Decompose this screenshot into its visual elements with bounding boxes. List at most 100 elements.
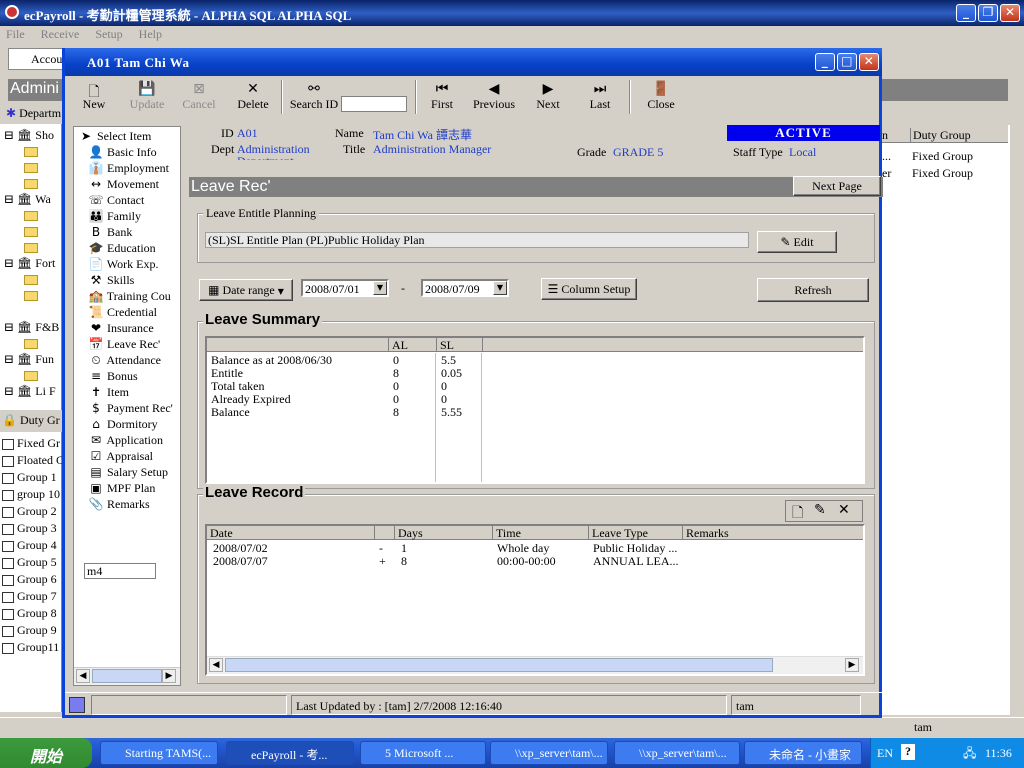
sidebar-item-leave-rec[interactable]: 📅 Leave Rec' [88, 337, 161, 353]
close-icon[interactable]: ✕ [859, 53, 879, 71]
last-button[interactable]: ⏭ Last [583, 81, 617, 112]
task-explorer-1[interactable]: \\xp_server\tam\... [490, 741, 608, 765]
tree-folder[interactable] [24, 176, 38, 192]
menu-help[interactable]: Help [139, 27, 162, 41]
group-item[interactable]: group 10 [2, 487, 60, 503]
group-item[interactable]: Group11 [2, 640, 59, 656]
sidebar-item-attendance[interactable]: ⏲ Attendance [88, 353, 161, 369]
task-word[interactable]: 5 Microsoft ... [360, 741, 486, 765]
lang-indicator[interactable]: EN [877, 746, 893, 761]
refresh-button[interactable]: Refresh [757, 278, 869, 302]
sidebar-item-contact[interactable]: ☏ Contact [88, 193, 144, 209]
tree-item[interactable]: ⊟ 🏛 Fun [4, 352, 54, 368]
task-paint[interactable]: 未命名 - 小畫家 [744, 741, 862, 765]
sidebar-item-family[interactable]: 👪 Family [88, 209, 142, 225]
edit-button[interactable]: ✎ Edit [757, 231, 837, 253]
maximize-icon[interactable]: □ [837, 53, 857, 71]
cancel-button[interactable]: ⊠ Cancel [179, 81, 219, 112]
sidebar-item-bonus[interactable]: ≡ Bonus [88, 369, 138, 385]
group-item[interactable]: Group 9 [2, 623, 57, 639]
tree-folder[interactable] [24, 160, 38, 176]
restore-icon[interactable]: ❐ [978, 4, 998, 22]
group-item[interactable]: Group 5 [2, 555, 57, 571]
task-ecpayroll[interactable]: ecPayroll - 考... [226, 741, 354, 765]
record-scrollbar[interactable]: ◀ ▶ [207, 656, 863, 674]
group-item[interactable]: Group 7 [2, 589, 57, 605]
group-item[interactable]: Fixed Gr [2, 436, 60, 452]
previous-button[interactable]: ◀ Previous [473, 81, 515, 112]
tree-folder[interactable] [24, 144, 38, 160]
sidebar-item-education[interactable]: 🎓 Education [88, 241, 156, 257]
scroll-left-icon[interactable]: ◀ [209, 658, 223, 672]
group-item[interactable]: Group 4 [2, 538, 57, 554]
sidebar-item-remarks[interactable]: 📎 Remarks [88, 497, 150, 513]
menu-receive[interactable]: Receive [41, 27, 80, 41]
menu-file[interactable]: File [6, 27, 25, 41]
delete-record-icon[interactable]: ✕ [838, 502, 850, 518]
minimize-icon[interactable]: _ [815, 53, 835, 71]
sidebar-item-dormitory[interactable]: ⌂ Dormitory [88, 417, 157, 433]
group-item[interactable]: Group 6 [2, 572, 57, 588]
sidebar-item-credential[interactable]: 📜 Credential [88, 305, 157, 321]
tree-folder[interactable] [24, 272, 38, 288]
close-button[interactable]: 🚪 Close [643, 81, 679, 112]
sidebar-item-payment-rec[interactable]: $ Payment Rec' [88, 401, 173, 417]
group-item[interactable]: Group 3 [2, 521, 57, 537]
tree-folder[interactable] [24, 288, 38, 304]
scroll-left-icon[interactable]: ◀ [76, 669, 90, 683]
tree-item[interactable]: ⊟ 🏛 Sho [4, 128, 54, 144]
task-explorer-2[interactable]: \\xp_server\tam\... [614, 741, 740, 765]
update-button[interactable]: 💾 Update [127, 81, 167, 112]
search-id-input[interactable] [341, 96, 407, 112]
column-setup-button[interactable]: ☰ Column Setup [541, 278, 637, 300]
date-from-picker[interactable]: 2008/07/01 ▼ [301, 279, 389, 297]
group-item[interactable]: Group 2 [2, 504, 57, 520]
next-page-button[interactable]: Next Page [793, 176, 881, 196]
group-item[interactable]: Group 8 [2, 606, 57, 622]
sidebar-item-insurance[interactable]: ❤ Insurance [88, 321, 154, 337]
sidebar-item-movement[interactable]: ↔ Movement [88, 177, 159, 193]
tree-folder[interactable] [24, 224, 38, 240]
close-icon[interactable]: ✕ [1000, 4, 1020, 22]
sidebar-item-basic-info[interactable]: 👤 Basic Info [88, 145, 157, 161]
sidebar-scrollbar[interactable]: ◀ ▶ [74, 667, 180, 685]
task-tams[interactable]: Starting TAMS(... [100, 741, 218, 765]
sidebar-item-skills[interactable]: ⚒ Skills [88, 273, 135, 289]
delete-button[interactable]: ✕ Delete [233, 81, 273, 112]
account-box[interactable]: Accou [8, 48, 64, 70]
chevron-down-icon[interactable]: ▼ [373, 281, 387, 295]
scroll-right-icon[interactable]: ▶ [845, 658, 859, 672]
network-icon[interactable]: 🖧 [963, 744, 976, 765]
scroll-right-icon[interactable]: ▶ [162, 669, 176, 683]
sidebar-item-bank[interactable]: B Bank [88, 225, 132, 241]
sidebar-item-application[interactable]: ✉ Application [88, 433, 163, 449]
scroll-thumb[interactable] [92, 669, 162, 683]
first-button[interactable]: ⏮ First [425, 81, 459, 112]
sidebar-item-mpf-plan[interactable]: ▣ MPF Plan [88, 481, 155, 497]
tree-folder[interactable] [24, 208, 38, 224]
minimize-icon[interactable]: _ [956, 4, 976, 22]
help-icon[interactable]: ? [901, 744, 915, 760]
sidebar-item-appraisal[interactable]: ☑ Appraisal [88, 449, 153, 465]
date-to-picker[interactable]: 2008/07/09 ▼ [421, 279, 509, 297]
tree-folder[interactable] [24, 240, 38, 256]
chevron-down-icon[interactable]: ▼ [493, 281, 507, 295]
date-range-dropdown[interactable]: ▦ Date range ▼ [199, 279, 293, 301]
edit-record-icon[interactable]: ✎ [814, 502, 826, 518]
sidebar-item-item[interactable]: ✝ Item [88, 385, 129, 401]
new-button[interactable]: 🗋 New [79, 81, 109, 112]
group-item[interactable]: Group 1 [2, 470, 57, 486]
tree-item[interactable]: ⊟ 🏛 Wa [4, 192, 51, 208]
new-record-icon[interactable]: 🗋 [792, 502, 803, 526]
sidebar-item-training-cou[interactable]: 🏫 Training Cou [88, 289, 171, 305]
sidebar-item-work-exp[interactable]: 📄 Work Exp. [88, 257, 159, 273]
tree-folder[interactable] [24, 368, 38, 384]
start-button[interactable]: 開始 [0, 738, 92, 768]
next-button[interactable]: ▶ Next [531, 81, 565, 112]
scroll-thumb[interactable] [225, 658, 773, 672]
menu-setup[interactable]: Setup [95, 27, 122, 41]
tree-item[interactable]: ⊟ 🏛 Li F [4, 384, 56, 400]
group-item[interactable]: Floated C [2, 453, 64, 469]
sidebar-input[interactable]: m4 [84, 563, 156, 579]
sidebar-item-employment[interactable]: 👔 Employment [88, 161, 169, 177]
